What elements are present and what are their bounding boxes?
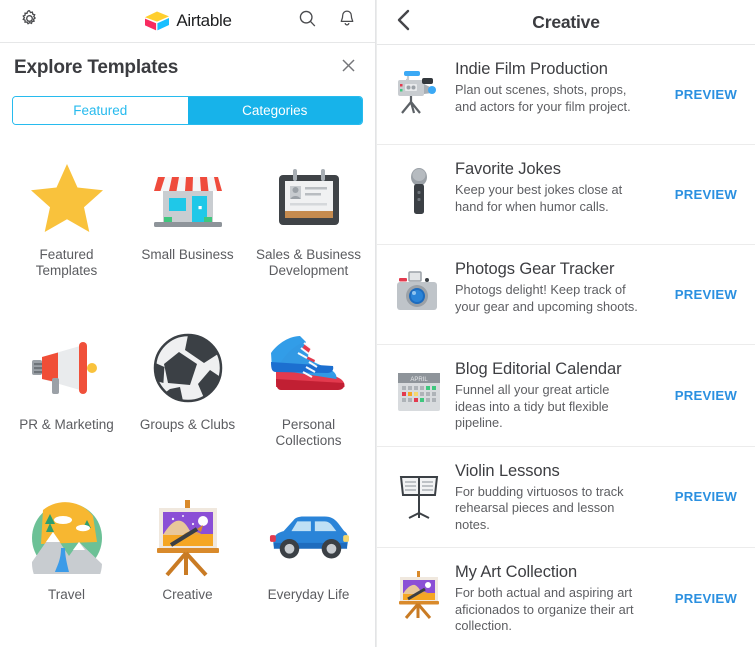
close-icon (340, 57, 357, 79)
category-cell[interactable]: PR & Marketing (6, 313, 127, 483)
template-row[interactable]: Indie Film Production Plan out scenes, s… (377, 45, 755, 145)
easel-icon (147, 497, 229, 579)
app-bar-actions (295, 9, 359, 33)
template-title: Photogs Gear Tracker (455, 260, 615, 278)
category-cell[interactable]: Small Business (127, 143, 248, 313)
preview-button[interactable]: PREVIEW (675, 384, 743, 407)
template-row[interactable]: My Art Collection For both actual and as… (377, 548, 755, 647)
category-label: Sales & Business Development (255, 247, 362, 278)
template-text: Blog Editorial Calendar Funnel all your … (455, 359, 675, 432)
gear-icon (19, 8, 40, 34)
search-icon (297, 8, 318, 34)
microphone-icon (391, 159, 447, 221)
template-description: Plan out scenes, shots, props, and actor… (455, 82, 631, 114)
movie-camera-icon (391, 59, 447, 121)
car-icon (268, 497, 350, 579)
preview-button[interactable]: PREVIEW (675, 183, 743, 206)
explore-header: Explore Templates (0, 43, 375, 93)
template-title: Blog Editorial Calendar (455, 360, 622, 378)
category-grid-scroll[interactable]: Featured Templates Small Business Sales … (0, 125, 375, 647)
template-text: Violin Lessons For budding virtuosos to … (455, 461, 675, 534)
easel-icon (391, 562, 447, 624)
music-stand-icon (391, 461, 447, 523)
template-row[interactable]: Violin Lessons For budding virtuosos to … (377, 447, 755, 548)
settings-button[interactable] (16, 8, 42, 34)
camera-icon (391, 259, 447, 321)
bell-icon (337, 8, 357, 34)
detail-header: Creative (377, 0, 755, 45)
notifications-button[interactable] (335, 9, 359, 33)
star-icon (26, 157, 108, 239)
back-chevron-icon (396, 9, 411, 36)
storefront-icon (147, 157, 229, 239)
search-button[interactable] (295, 9, 319, 33)
explore-templates-panel: Airtable Explore Templates Featured Cate… (0, 0, 376, 647)
category-label: Small Business (141, 247, 234, 262)
category-label: Travel (47, 587, 85, 602)
template-title: My Art Collection (455, 563, 578, 581)
megaphone-icon (26, 327, 108, 409)
airtable-logo-icon (143, 10, 171, 32)
templates-tab-bar: Featured Categories (12, 96, 363, 125)
preview-button[interactable]: PREVIEW (675, 83, 743, 106)
back-button[interactable] (391, 9, 415, 36)
template-list[interactable]: Indie Film Production Plan out scenes, s… (377, 45, 755, 647)
category-detail-panel: Creative Indie Film Production Plan out … (377, 0, 755, 647)
template-description: Keep your best jokes close at hand for w… (455, 182, 623, 214)
app-screen: Airtable Explore Templates Featured Cate… (0, 0, 755, 647)
page-title: Explore Templates (14, 57, 179, 78)
template-description: For budding virtuosos to track rehearsal… (455, 483, 624, 532)
template-description: Funnel all your great article ideas into… (455, 382, 610, 430)
template-row[interactable]: Photogs Gear Tracker Photogs delight! Ke… (377, 245, 755, 345)
category-cell[interactable]: Sales & Business Development (248, 143, 369, 313)
app-bar: Airtable (0, 0, 375, 43)
category-cell[interactable]: Creative (127, 483, 248, 647)
svg-text:APRIL: APRIL (410, 377, 428, 383)
rolodex-icon (268, 157, 350, 239)
category-label: Groups & Clubs (139, 417, 236, 432)
category-label: Everyday Life (267, 587, 350, 602)
category-grid: Featured Templates Small Business Sales … (0, 143, 375, 647)
detail-title: Creative (532, 11, 600, 32)
template-title: Favorite Jokes (455, 160, 561, 178)
category-cell[interactable]: Featured Templates (6, 143, 127, 313)
template-text: My Art Collection For both actual and as… (455, 562, 675, 635)
template-text: Indie Film Production Plan out scenes, s… (455, 59, 675, 115)
template-text: Favorite Jokes Keep your best jokes clos… (455, 159, 675, 215)
mountain-icon (26, 497, 108, 579)
category-label: Creative (162, 587, 213, 602)
brand-name: Airtable (176, 11, 232, 30)
tab-categories[interactable]: Categories (187, 97, 362, 124)
template-title: Indie Film Production (455, 60, 608, 78)
preview-button[interactable]: PREVIEW (675, 587, 743, 610)
preview-button[interactable]: PREVIEW (675, 485, 743, 508)
preview-button[interactable]: PREVIEW (675, 283, 743, 306)
category-label: Featured Templates (35, 247, 98, 278)
category-label: Personal Collections (275, 417, 342, 448)
category-cell[interactable]: Personal Collections (248, 313, 369, 483)
calendar-icon: APRIL (391, 359, 447, 421)
category-cell[interactable]: Groups & Clubs (127, 313, 248, 483)
category-label: PR & Marketing (19, 417, 114, 432)
template-title: Violin Lessons (455, 461, 560, 480)
tab-featured[interactable]: Featured (13, 97, 188, 124)
soccer-ball-icon (147, 327, 229, 409)
template-text: Photogs Gear Tracker Photogs delight! Ke… (455, 259, 675, 315)
sneakers-icon (268, 327, 350, 409)
category-cell[interactable]: Travel (6, 483, 127, 647)
category-cell[interactable]: Everyday Life (248, 483, 369, 647)
template-description: Photogs delight! Keep track of your gear… (455, 282, 638, 314)
template-row[interactable]: Favorite Jokes Keep your best jokes clos… (377, 145, 755, 245)
template-description: For both actual and aspiring art aficion… (455, 585, 634, 633)
close-button[interactable] (335, 55, 361, 81)
template-row[interactable]: APRIL Blog Editorial Calendar Funnel all… (377, 345, 755, 447)
